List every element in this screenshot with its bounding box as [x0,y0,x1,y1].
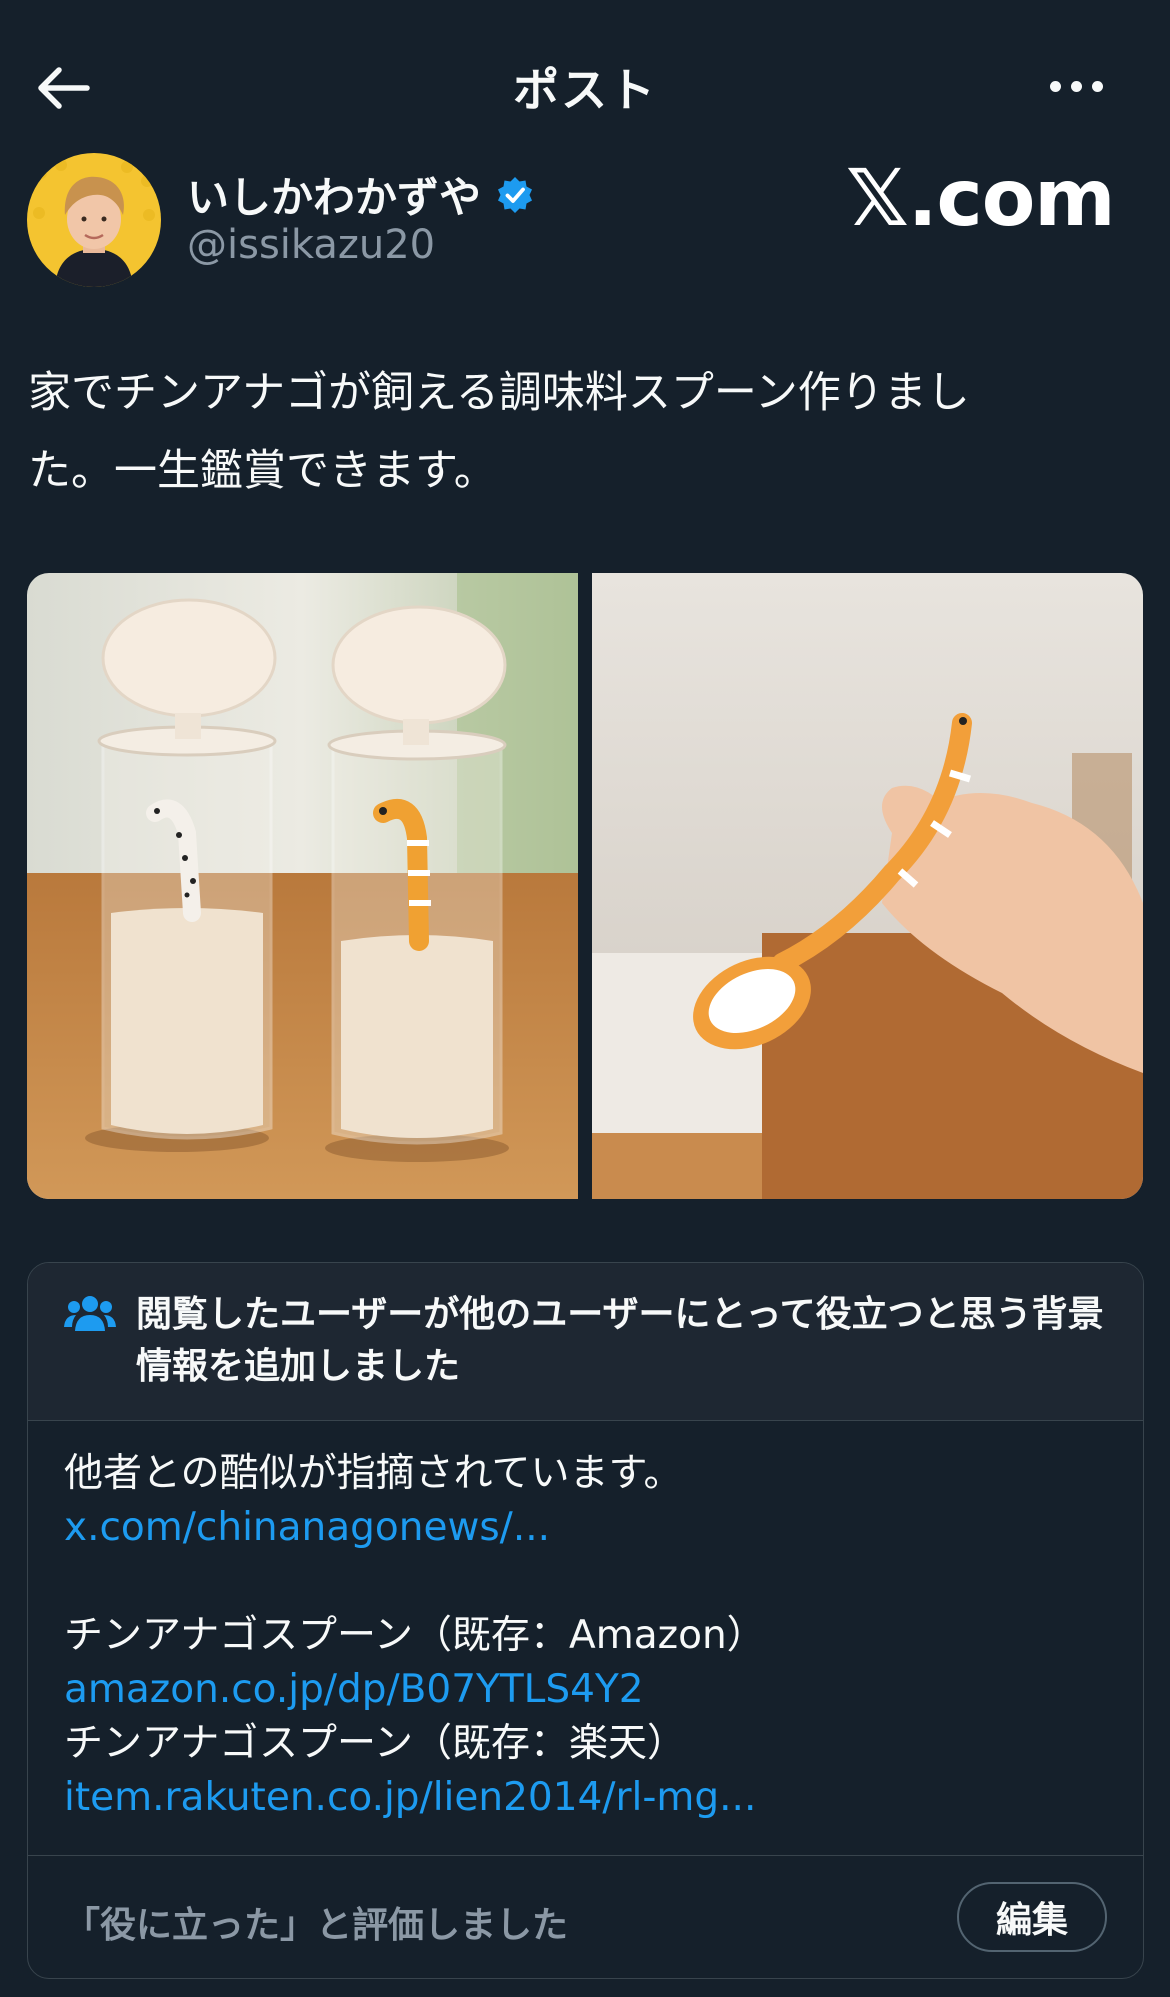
community-note-header: 閲覧したユーザーが他のユーザーにとって役立つと思う背景情報を追加しました [28,1263,1143,1421]
community-note: 閲覧したユーザーが他のユーザーにとって役立つと思う背景情報を追加しました 他者と… [27,1262,1144,1979]
dot [1049,80,1061,92]
eel-jars-photo [27,573,578,1199]
author-name-row[interactable]: いしかわかずや [187,164,535,225]
page-title: ポスト [513,63,657,117]
media-photo-1[interactable] [27,573,578,1199]
edit-rating-button[interactable]: 編集 [957,1882,1107,1952]
note-item-label: チンアナゴスプーン（既存：楽天） [64,1721,687,1766]
eel-spoon-photo [592,573,1143,1199]
community-note-title: 閲覧したユーザーが他のユーザーにとって役立つと思う背景情報を追加しました [136,1294,1104,1387]
note-item-label: チンアナゴスプーン（既存：Amazon） [64,1613,766,1658]
note-link-1[interactable]: x.com/chinanagonews/... [64,1501,1114,1555]
community-note-footer: 「役に立った」と評価しました 編集 [28,1855,1143,1978]
note-link-3[interactable]: item.rakuten.co.jp/lien2014/rl-mg... [64,1771,1114,1825]
avatar[interactable] [27,153,161,287]
author-handle[interactable]: @issikazu20 [187,222,435,268]
community-note-body: 他者との酷似が指摘されています。 x.com/chinanagonews/...… [64,1447,1114,1825]
dot [1070,80,1082,92]
tweet-text-line: た。一生鑑賞できます。 [28,446,497,496]
media-photo-2[interactable] [592,573,1143,1199]
note-intro-text: 他者との酷似が指摘されています。 [64,1451,683,1496]
tweet-text-line: 家でチンアナゴが飼える調味料スプーン作りまし [28,368,970,418]
verified-badge-icon [498,176,533,213]
rated-helpful-status: 「役に立った」と評価しました [64,1905,569,1946]
tweet-text: 家でチンアナゴが飼える調味料スプーン作りまし た。一生鑑賞できます。 [28,354,1138,510]
people-icon [64,1296,116,1331]
xcom-watermark: 𝕏.com [846,154,1116,244]
avatar-image [27,153,161,287]
dot [1091,80,1103,92]
more-options-button[interactable] [1036,66,1116,106]
author-name: いしかわかずや [187,173,482,222]
note-link-2[interactable]: amazon.co.jp/dp/B07YTLS4Y2 [64,1663,1114,1717]
